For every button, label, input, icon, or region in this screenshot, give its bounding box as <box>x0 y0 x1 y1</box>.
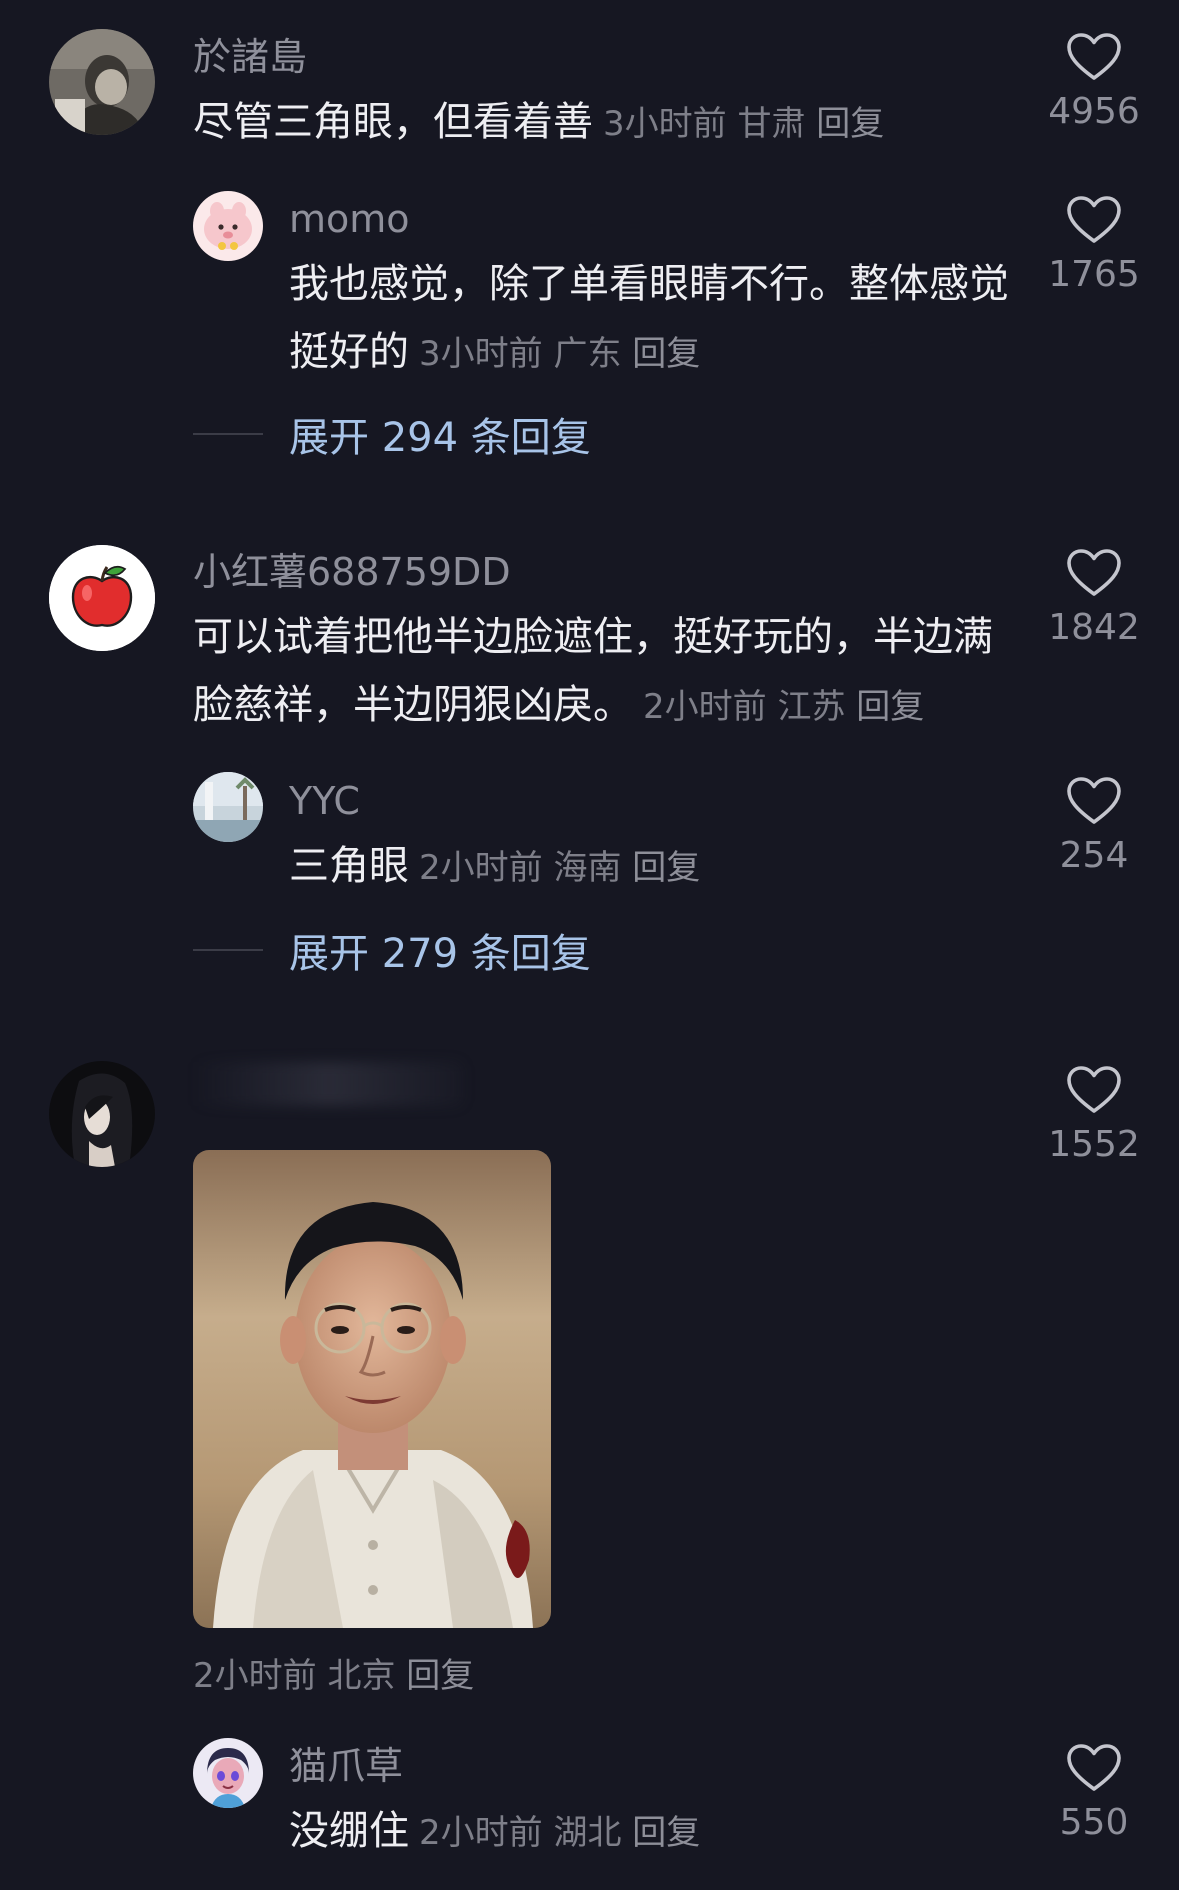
cartoon-girl-avatar-icon <box>193 1738 263 1808</box>
reply-location: 广东 <box>553 334 622 374</box>
comment-text-2: 可以试着把他半边脸遮住，挺好玩的，半边满脸慈祥，半边阴狠凶戾。 2小时前 江苏 回… <box>193 603 1013 741</box>
heart-icon[interactable] <box>1066 548 1122 598</box>
reply-username-yyc[interactable]: YYC <box>289 782 360 820</box>
reply-location: 海南 <box>553 848 622 888</box>
reply-meta: 3小时前 广东 回复 <box>419 334 700 374</box>
heart-icon[interactable] <box>1066 1743 1122 1793</box>
reply-body: 没绷住 <box>289 1808 409 1854</box>
like-count: 4956 <box>1048 91 1140 132</box>
divider <box>193 433 263 435</box>
landscape-avatar-icon <box>193 772 263 842</box>
heart-icon[interactable] <box>1066 195 1122 245</box>
apple-avatar-icon <box>49 545 155 651</box>
comment-username-1[interactable]: 於諸島 <box>193 38 307 76</box>
reply-button[interactable]: 回复 <box>632 848 700 888</box>
comment-username-2[interactable]: 小红薯688759DD <box>193 553 511 591</box>
comment-avatar-3[interactable] <box>49 1061 155 1167</box>
reply-time: 2小时前 <box>419 848 543 888</box>
like-button-2[interactable]: 1842 <box>1029 548 1159 646</box>
comment-meta: 3小时前 甘肃 回复 <box>603 104 884 144</box>
like-count: 1842 <box>1048 607 1140 648</box>
reply-time: 2小时前 <box>419 1813 543 1853</box>
reply-body: 三角眼 <box>289 843 409 889</box>
like-button-maozhuacao[interactable]: 550 <box>1029 1743 1159 1841</box>
comment-image[interactable] <box>193 1150 551 1628</box>
reply-button[interactable]: 回复 <box>632 1813 700 1853</box>
like-count: 254 <box>1059 835 1129 876</box>
reply-username-momo[interactable]: momo <box>289 200 410 238</box>
comment-time: 2小时前 <box>193 1656 317 1696</box>
reply-button[interactable]: 回复 <box>816 104 884 144</box>
heart-icon[interactable] <box>1066 776 1122 826</box>
comment-text-1: 尽管三角眼，但看着善 3小时前 甘肃 回复 <box>193 88 1013 158</box>
comment-location: 北京 <box>327 1656 396 1696</box>
comment-meta-3: 2小时前 北京 回复 <box>193 1648 474 1697</box>
woman-long-hair-avatar-icon <box>49 1061 155 1167</box>
reply-avatar-maozhuacao[interactable] <box>193 1738 263 1808</box>
like-button-momo[interactable]: 1765 <box>1029 195 1159 293</box>
reply-meta: 2小时前 湖北 回复 <box>419 1813 700 1853</box>
comment-avatar-2[interactable] <box>49 545 155 651</box>
reply-text-maozhuacao: 没绷住 2小时前 湖北 回复 <box>289 1797 1014 1867</box>
like-count: 550 <box>1059 1802 1129 1843</box>
like-button-yyc[interactable]: 254 <box>1029 776 1159 874</box>
expand-replies-label[interactable]: 展开 294 条回复 <box>289 405 591 463</box>
reply-text-yyc: 三角眼 2小时前 海南 回复 <box>289 832 1014 902</box>
comment-body: 尽管三角眼，但看着善 <box>193 99 593 145</box>
comment-location: 甘肃 <box>737 104 806 144</box>
reply-button[interactable]: 回复 <box>632 334 700 374</box>
comment-time: 3小时前 <box>603 104 727 144</box>
comment-avatar-1[interactable] <box>49 29 155 135</box>
expand-replies-1[interactable]: 展开 294 条回复 <box>193 412 591 461</box>
divider <box>193 949 263 951</box>
like-count: 1765 <box>1048 254 1140 295</box>
like-button-3[interactable]: 1552 <box>1029 1065 1159 1163</box>
comment-meta: 2小时前 江苏 回复 <box>643 687 924 727</box>
like-button-1[interactable]: 4956 <box>1029 32 1159 130</box>
reply-username-maozhuacao[interactable]: 猫爪草 <box>289 1747 403 1785</box>
heart-icon[interactable] <box>1066 32 1122 82</box>
reply-button[interactable]: 回复 <box>406 1656 474 1696</box>
expand-replies-label[interactable]: 展开 279 条回复 <box>289 921 591 979</box>
comment-location: 江苏 <box>777 687 846 727</box>
reply-text-momo: 我也感觉，除了单看眼睛不行。整体感觉挺好的 3小时前 广东 回复 <box>289 250 1014 388</box>
like-count: 1552 <box>1048 1124 1140 1165</box>
photo-man-with-glasses-icon <box>193 1150 551 1628</box>
comment-time: 2小时前 <box>643 687 767 727</box>
expand-replies-2[interactable]: 展开 279 条回复 <box>193 928 591 977</box>
reply-button[interactable]: 回复 <box>856 687 924 727</box>
blurred-username <box>193 1062 463 1106</box>
reply-avatar-momo[interactable] <box>193 191 263 261</box>
reply-time: 3小时前 <box>419 334 543 374</box>
reply-avatar-yyc[interactable] <box>193 772 263 842</box>
reply-meta: 2小时前 海南 回复 <box>419 848 700 888</box>
heart-icon[interactable] <box>1066 1065 1122 1115</box>
reply-location: 湖北 <box>553 1813 622 1853</box>
person-photo-avatar-icon <box>49 29 155 135</box>
pink-cartoon-avatar-icon <box>193 191 263 261</box>
